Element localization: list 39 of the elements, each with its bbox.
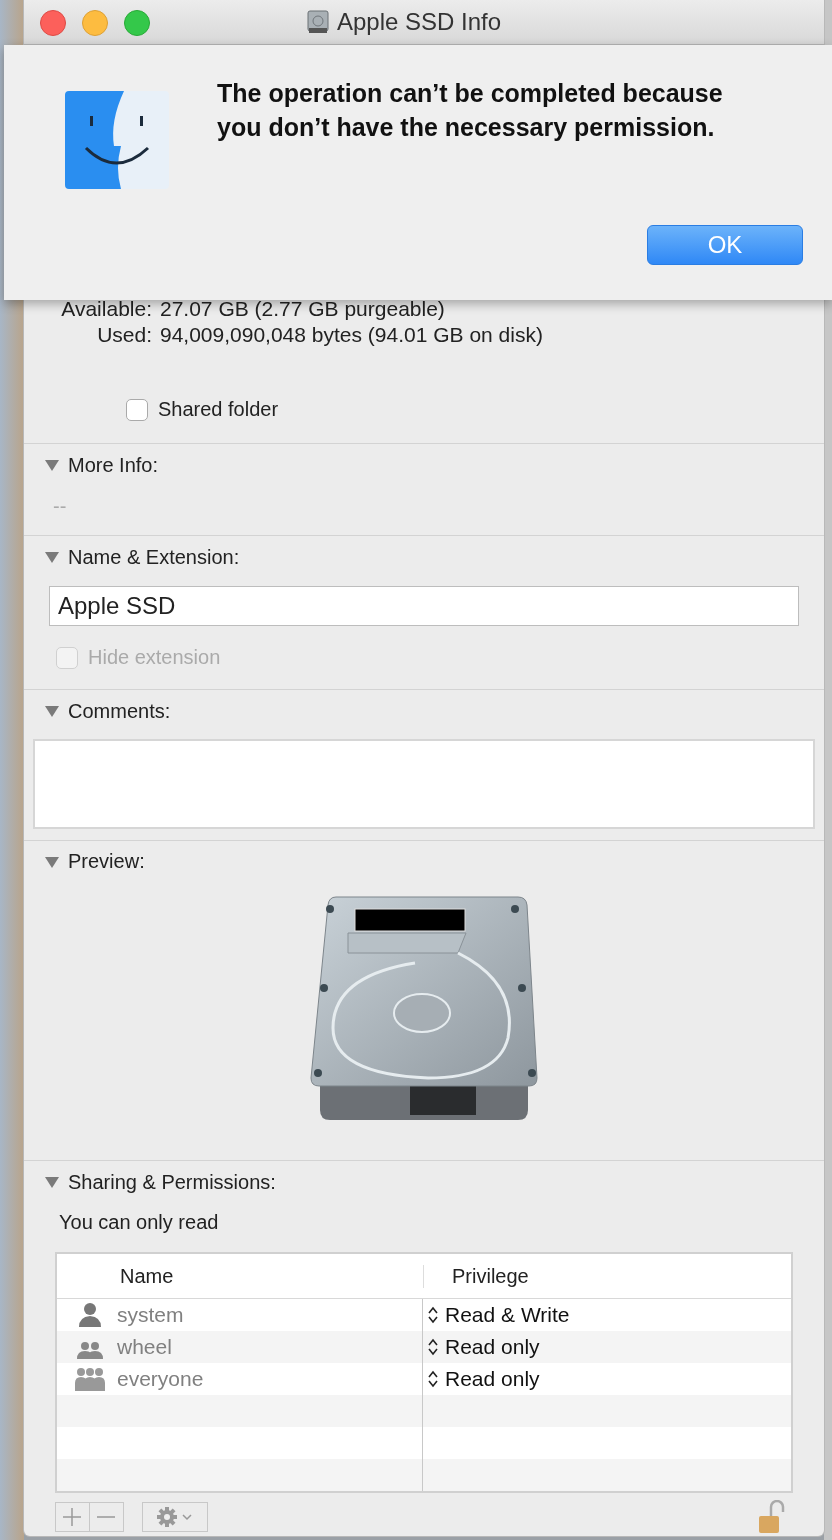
info-value: 27.07 GB (2.77 GB purgeable)	[160, 296, 445, 322]
disclosure-triangle-icon[interactable]	[44, 549, 60, 565]
privilege-popup[interactable]: Read only	[423, 1367, 540, 1391]
user-name: wheel	[117, 1335, 172, 1359]
smiling-face-icon	[64, 90, 170, 190]
up-down-arrows-icon	[427, 1305, 439, 1325]
close-button[interactable]	[40, 10, 66, 36]
section-title[interactable]: Sharing & Permissions:	[68, 1170, 276, 1194]
disclosure-triangle-icon[interactable]	[44, 703, 60, 719]
info-label: Available:	[60, 296, 153, 322]
info-label: Used:	[96, 322, 153, 348]
action-menu-button[interactable]	[142, 1502, 208, 1532]
section-title[interactable]: More Info:	[68, 453, 159, 477]
checkbox-label: Hide extension	[88, 646, 221, 669]
section-title[interactable]: Comments:	[68, 699, 171, 723]
alert-message: The operation can’t be completed because you don’t have the necessary permission.	[217, 78, 724, 143]
privilege-popup[interactable]: Read only	[423, 1335, 540, 1359]
info-text: --	[53, 495, 68, 518]
info-value: 94,009,090,048 bytes (94.01 GB on disk)	[160, 322, 543, 348]
checkbox[interactable]	[126, 398, 148, 421]
user-name: system	[117, 1303, 184, 1327]
column-header[interactable]: Name	[57, 1264, 423, 1288]
section-title[interactable]: Name & Extension:	[68, 545, 240, 569]
privilege-popup[interactable]: Read & Write	[423, 1303, 570, 1327]
checkbox-label: Shared folder	[158, 398, 279, 421]
up-down-arrows-icon	[427, 1369, 439, 1389]
name-field[interactable]: Apple SSD	[49, 586, 799, 626]
disclosure-triangle-icon[interactable]	[44, 1174, 60, 1190]
minimize-button[interactable]	[82, 10, 108, 36]
disclosure-triangle-icon[interactable]	[44, 457, 60, 473]
comments-field[interactable]	[33, 739, 815, 829]
up-down-arrows-icon	[427, 1337, 439, 1357]
section-title[interactable]: Preview:	[68, 850, 145, 873]
window-title: Apple SSD Info	[336, 8, 502, 36]
column-header[interactable]: Privilege	[423, 1264, 529, 1288]
user-name: everyone	[117, 1367, 204, 1391]
zoom-button[interactable]	[124, 10, 150, 36]
group-icon	[75, 1366, 105, 1392]
permission-note: You can only read	[59, 1211, 220, 1234]
